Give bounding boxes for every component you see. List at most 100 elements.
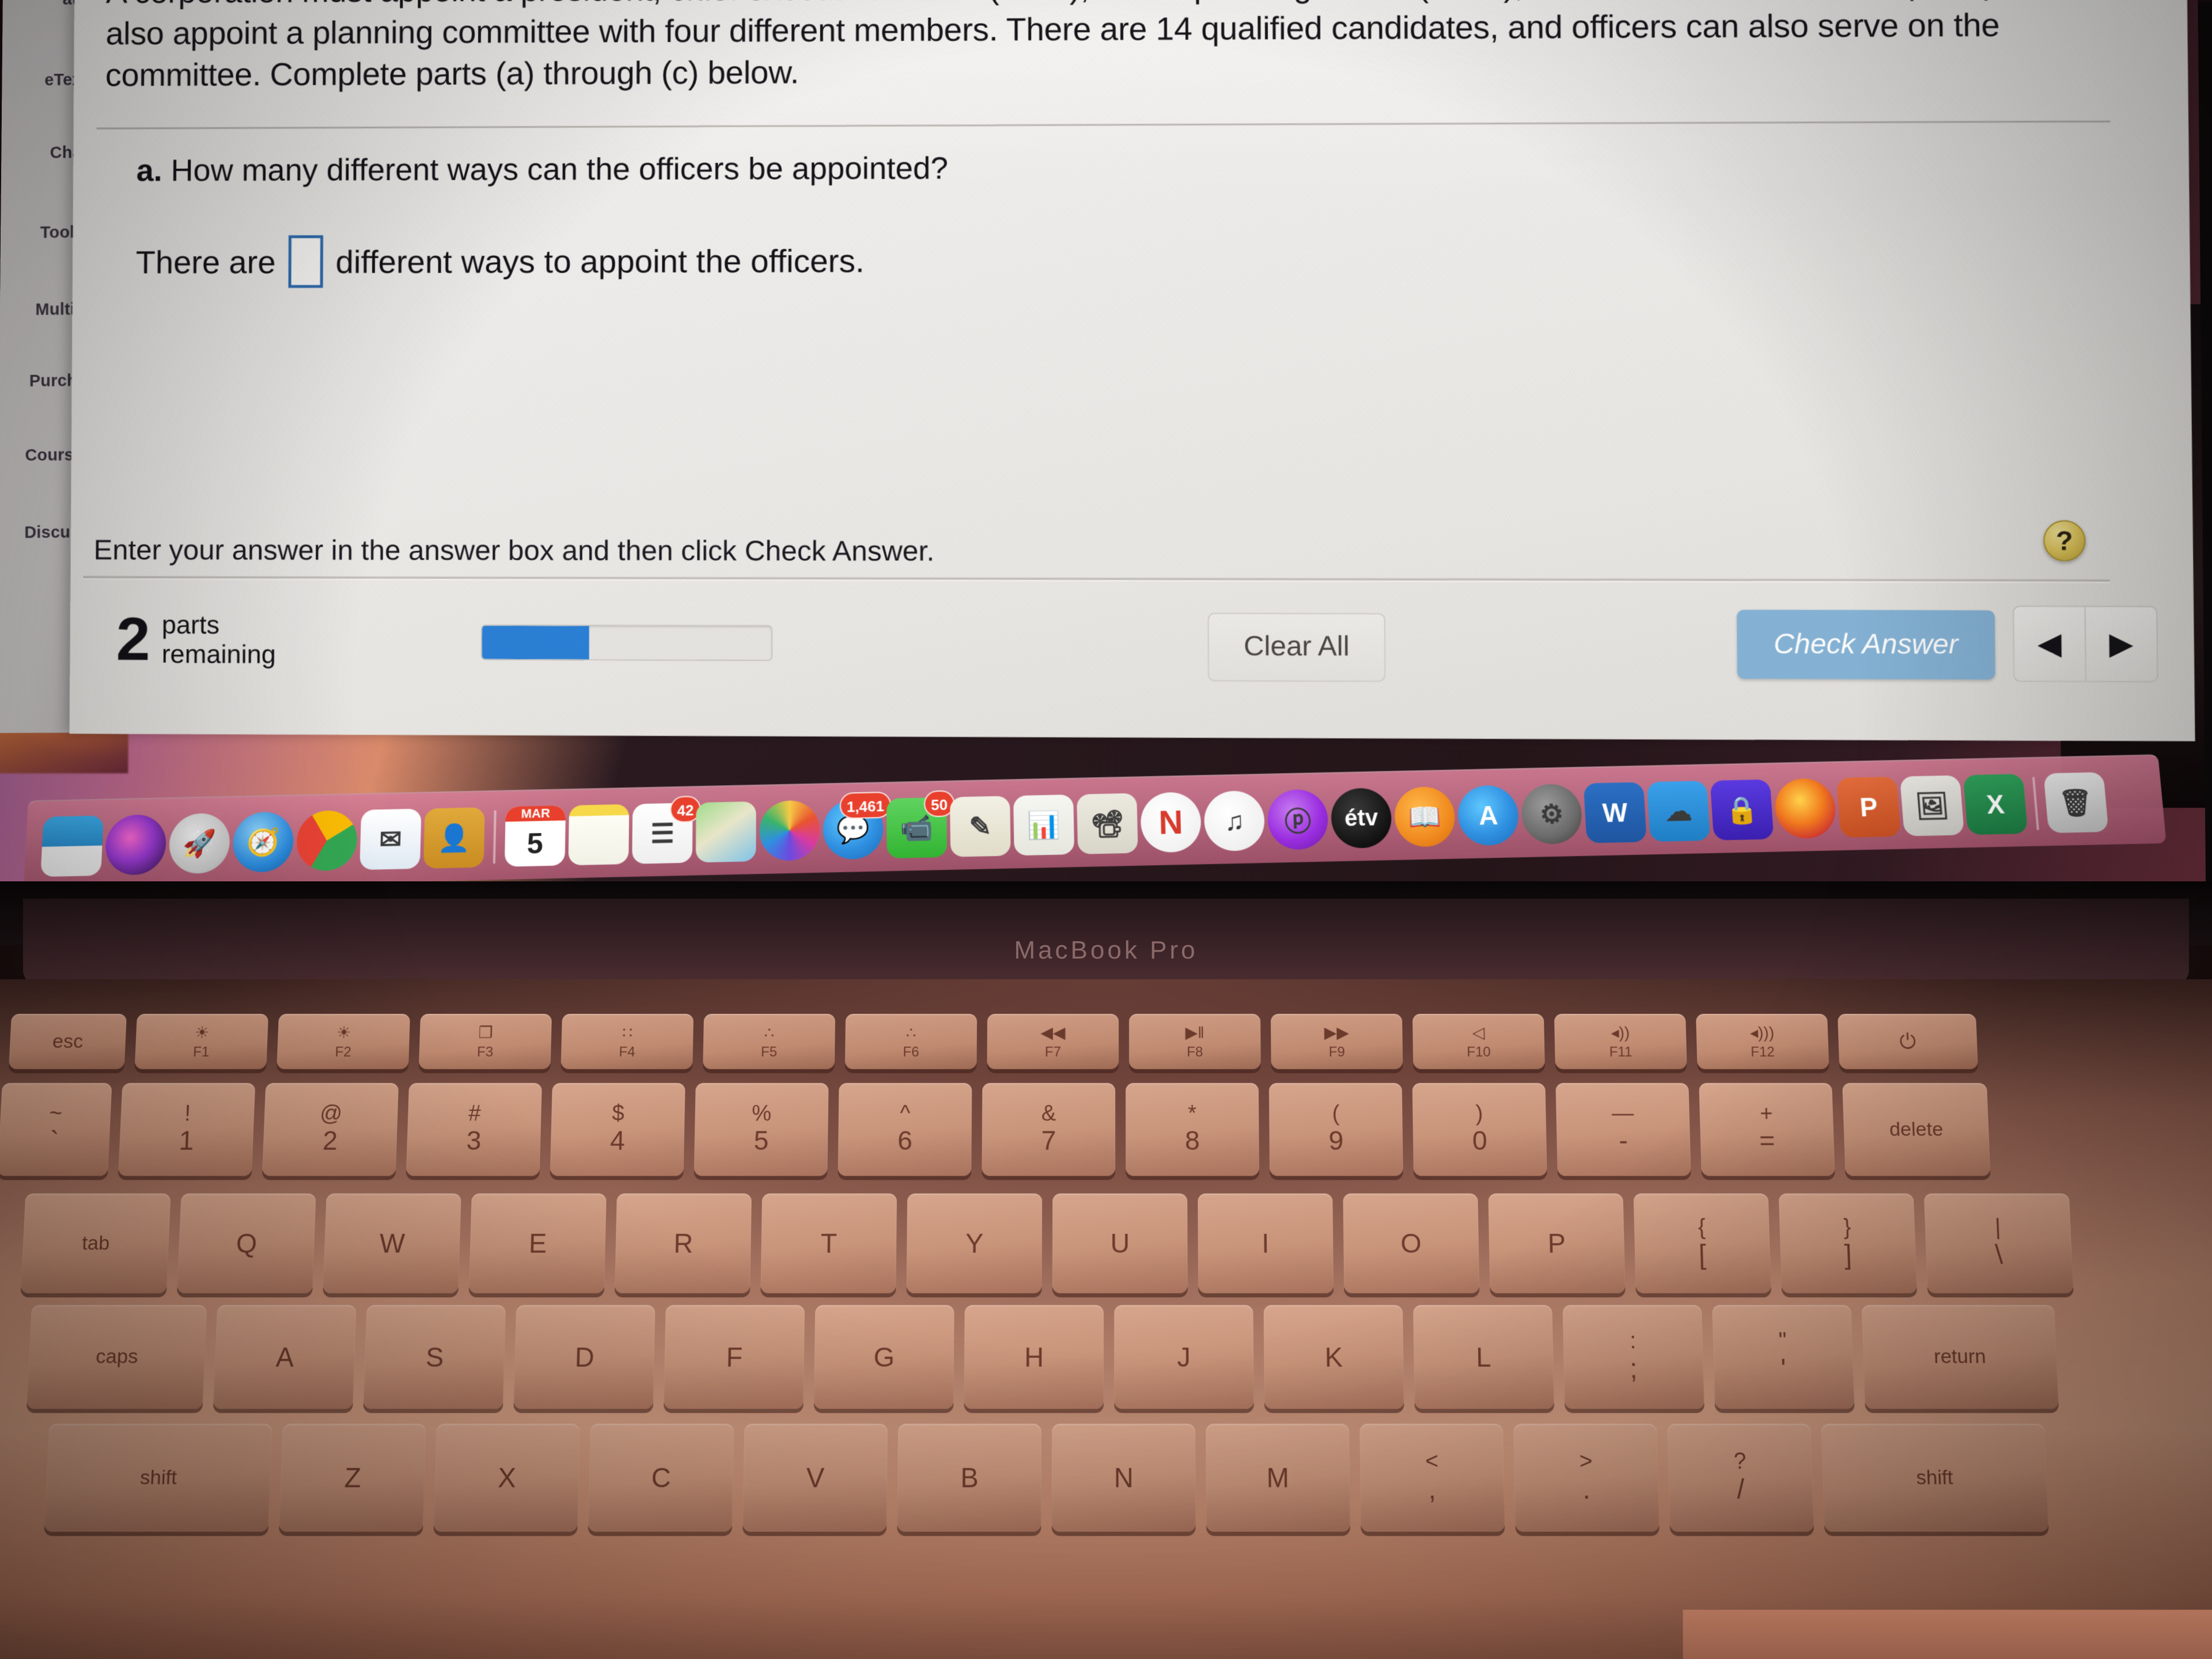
key-esc[interactable]: esc (9, 1014, 127, 1069)
key-f7[interactable]: ◀◀ F7 (987, 1014, 1119, 1069)
key-d[interactable]: D (513, 1305, 655, 1409)
key-q[interactable]: Q (177, 1194, 316, 1293)
key-g[interactable]: G (814, 1305, 955, 1409)
key--[interactable]: | \ (1924, 1194, 2074, 1293)
key--[interactable]: " ' (1712, 1305, 1854, 1409)
key-f8[interactable]: ▶‖ F8 (1129, 1014, 1261, 1069)
key-f5[interactable]: ∴ F5 (703, 1014, 835, 1069)
key-f12[interactable]: ◂))) F12 (1696, 1014, 1829, 1069)
key-j[interactable]: J (1114, 1305, 1253, 1409)
key-8[interactable]: * 8 (1126, 1083, 1259, 1176)
news-icon[interactable]: N (1140, 791, 1202, 853)
answer-input-box[interactable] (288, 235, 323, 287)
key--[interactable]: :; (1563, 1305, 1705, 1409)
maps-icon[interactable] (696, 801, 756, 862)
key-f6[interactable]: ∴ F6 (845, 1014, 977, 1069)
key-delete[interactable]: delete (1842, 1083, 1990, 1176)
contacts-icon[interactable]: 👤 (423, 807, 485, 868)
password-manager-icon[interactable]: 🔒 (1710, 779, 1774, 840)
key-7[interactable]: & 7 (982, 1083, 1115, 1176)
key-n[interactable]: N (1052, 1424, 1196, 1532)
key-shift[interactable]: shift (44, 1424, 272, 1532)
preview-icon[interactable]: 🖼 (1900, 775, 1964, 836)
key-o[interactable]: O (1343, 1194, 1479, 1293)
key-caps[interactable]: caps (26, 1305, 207, 1409)
question-mark-icon[interactable]: ? (2043, 520, 2086, 561)
trash-icon[interactable]: 🗑 (2043, 772, 2108, 833)
key-6[interactable]: ^ 6 (838, 1083, 972, 1176)
key--[interactable]: — - (1556, 1083, 1691, 1176)
apple-tv-icon[interactable]: étv (1330, 787, 1392, 849)
key-p[interactable]: P (1488, 1194, 1626, 1293)
pages-icon[interactable]: ✎ (950, 796, 1011, 857)
key-shift[interactable]: shift (1821, 1424, 2048, 1532)
key-return[interactable]: return (1862, 1305, 2059, 1409)
key-f10[interactable]: ◁ F10 (1412, 1014, 1545, 1069)
key-i[interactable]: I (1198, 1194, 1334, 1293)
music-icon[interactable]: ♫ (1203, 790, 1265, 851)
key-1[interactable]: ! 1 (118, 1083, 255, 1176)
key-power[interactable]: ⏻ (1838, 1014, 1978, 1069)
key-h[interactable]: H (964, 1305, 1104, 1409)
firefox-icon[interactable] (1773, 778, 1837, 839)
microsoft-word-icon[interactable]: W (1584, 782, 1647, 843)
books-icon[interactable]: 📖 (1393, 786, 1456, 847)
previous-arrow-icon[interactable]: ◀ (2014, 607, 2086, 681)
key--[interactable]: ~ ` (0, 1083, 112, 1176)
check-answer-button[interactable]: Check Answer (1737, 610, 1995, 680)
key--[interactable]: <, (1359, 1424, 1505, 1532)
key-tab[interactable]: tab (21, 1194, 171, 1293)
key--[interactable]: >. (1513, 1424, 1659, 1532)
chrome-icon[interactable] (296, 810, 358, 871)
key-f[interactable]: F (664, 1305, 805, 1409)
key-f11[interactable]: ◂)) F11 (1554, 1014, 1687, 1069)
system-preferences-icon[interactable]: ⚙ (1520, 783, 1584, 844)
key-z[interactable]: Z (279, 1424, 426, 1532)
numbers-icon[interactable]: 📊 (1013, 794, 1074, 855)
notes-icon[interactable] (569, 804, 630, 865)
key-y[interactable]: Y (907, 1194, 1043, 1293)
key-r[interactable]: R (615, 1194, 752, 1293)
podcasts-icon[interactable]: ⓟ (1267, 789, 1329, 850)
key-e[interactable]: E (469, 1194, 607, 1293)
key-f4[interactable]: ∷ F4 (561, 1014, 694, 1069)
key--[interactable]: ? / (1667, 1424, 1814, 1532)
photos-icon[interactable] (759, 800, 820, 861)
key-3[interactable]: #3 (406, 1083, 542, 1176)
messages-icon[interactable]: 💬 1,461 (823, 798, 884, 859)
key-x[interactable]: X (433, 1424, 579, 1532)
key-s[interactable]: S (363, 1305, 506, 1409)
key-f9[interactable]: ▶▶ F9 (1271, 1014, 1403, 1069)
key-a[interactable]: A (213, 1305, 357, 1409)
safari-icon[interactable]: 🧭 (232, 812, 294, 873)
key-0[interactable]: ) 0 (1412, 1083, 1547, 1176)
next-arrow-icon[interactable]: ▶ (2086, 607, 2157, 681)
powerpoint-icon[interactable]: P (1836, 777, 1901, 838)
key-f2[interactable]: ☀ F2 (276, 1014, 410, 1069)
siri-icon[interactable] (104, 814, 167, 876)
launchpad-icon[interactable]: 🚀 (168, 813, 231, 874)
key-m[interactable]: M (1206, 1424, 1350, 1532)
key-c[interactable]: C (588, 1424, 734, 1532)
clear-all-button[interactable]: Clear All (1208, 613, 1386, 682)
calendar-icon[interactable]: MAR 5 (505, 805, 566, 866)
key-f3[interactable]: ❐ F3 (419, 1014, 552, 1069)
key-5[interactable]: % 5 (694, 1083, 829, 1176)
key-w[interactable]: W (323, 1194, 461, 1293)
key-l[interactable]: L (1413, 1305, 1554, 1409)
key--[interactable]: + = (1699, 1083, 1835, 1176)
key-4[interactable]: $4 (550, 1083, 685, 1176)
mail-icon[interactable]: ✉ (359, 809, 421, 870)
key--[interactable]: {[ (1634, 1194, 1771, 1293)
reminders-icon[interactable]: ☰ 42 (632, 803, 692, 864)
key-k[interactable]: K (1264, 1305, 1404, 1409)
finder-icon[interactable] (40, 816, 104, 877)
keynote-icon[interactable]: 📽 (1077, 793, 1138, 854)
key-9[interactable]: (9 (1269, 1083, 1403, 1176)
facetime-icon[interactable]: 📹 50 (887, 797, 947, 858)
key-v[interactable]: V (743, 1424, 888, 1532)
dropbox-icon[interactable]: ☁ (1647, 781, 1710, 842)
key-2[interactable]: @2 (262, 1083, 399, 1176)
key-f1[interactable]: ☀ F1 (135, 1014, 268, 1069)
key-u[interactable]: U (1052, 1194, 1188, 1293)
